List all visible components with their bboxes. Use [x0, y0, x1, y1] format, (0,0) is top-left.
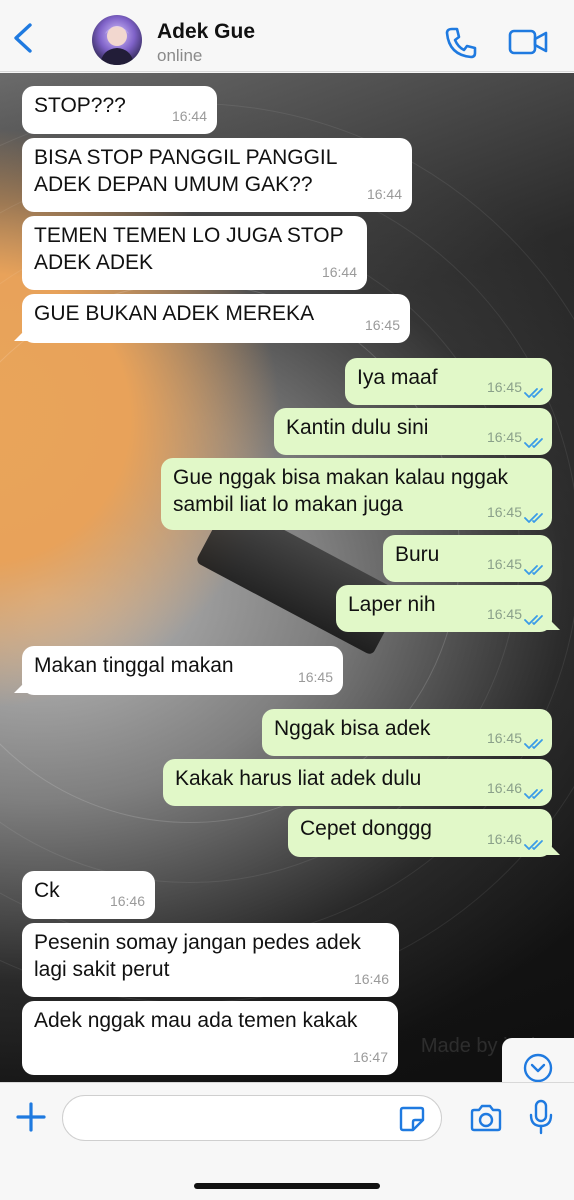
- incoming-message-bubble[interactable]: Ck 16:46: [22, 871, 155, 919]
- contact-status: online: [157, 46, 203, 65]
- video-call-icon[interactable]: [508, 28, 548, 56]
- back-chevron-icon[interactable]: [10, 22, 36, 54]
- message-text: Gue nggak bisa makan kalau nggak sambil …: [173, 466, 509, 516]
- double-check-read-icon: [524, 565, 543, 575]
- camera-icon[interactable]: [469, 1104, 503, 1132]
- double-check-read-icon: [524, 513, 543, 523]
- microphone-icon[interactable]: [528, 1099, 554, 1135]
- message-composer: [0, 1082, 574, 1200]
- message-timestamp: 16:45: [486, 606, 522, 622]
- incoming-message-bubble[interactable]: STOP??? 16:44: [22, 86, 217, 134]
- double-check-read-icon: [524, 388, 543, 398]
- message-timestamp: 16:45: [486, 730, 522, 746]
- sticker-icon[interactable]: [398, 1105, 426, 1133]
- incoming-message-bubble[interactable]: GUE BUKAN ADEK MEREKA 16:45: [22, 294, 410, 343]
- chevron-down-circle-icon: [523, 1053, 553, 1082]
- message-input[interactable]: [62, 1095, 442, 1141]
- incoming-message-bubble[interactable]: TEMEN TEMEN LO JUGA STOP ADEK ADEK 16:44: [22, 216, 367, 290]
- message-timestamp: 16:45: [486, 556, 522, 572]
- chat-header: Adek Gue online: [0, 0, 574, 72]
- message-timestamp: 16:44: [321, 264, 357, 280]
- outgoing-message-bubble[interactable]: Nggak bisa adek 16:45: [262, 709, 552, 756]
- outgoing-message-bubble[interactable]: Laper nih 16:45: [336, 585, 552, 632]
- incoming-message-bubble[interactable]: Pesenin somay jangan pedes adek lagi sak…: [22, 923, 399, 997]
- message-text: BISA STOP PANGGIL PANGGIL ADEK DEPAN UMU…: [34, 146, 338, 196]
- outgoing-message-bubble[interactable]: Buru 16:45: [383, 535, 552, 582]
- message-timestamp: 16:45: [486, 379, 522, 395]
- outgoing-message-bubble[interactable]: Gue nggak bisa makan kalau nggak sambil …: [161, 458, 552, 530]
- outgoing-message-bubble[interactable]: Kakak harus liat adek dulu 16:46: [163, 759, 552, 806]
- home-indicator: [194, 1183, 380, 1189]
- message-text: Makan tinggal makan: [34, 654, 234, 677]
- plus-icon[interactable]: [15, 1101, 47, 1133]
- incoming-message-bubble[interactable]: BISA STOP PANGGIL PANGGIL ADEK DEPAN UMU…: [22, 138, 412, 212]
- double-check-read-icon: [524, 615, 543, 625]
- message-text: TEMEN TEMEN LO JUGA STOP ADEK ADEK: [34, 224, 344, 274]
- message-timestamp: 16:46: [109, 893, 145, 909]
- message-timestamp: 16:44: [171, 108, 207, 124]
- message-timestamp: 16:46: [486, 831, 522, 847]
- chat-area[interactable]: Made by iFake STOP??? 16:44 BISA STOP PANG…: [0, 73, 574, 1082]
- message-text: Adek nggak mau ada temen kakak: [34, 1009, 358, 1032]
- contact-name[interactable]: Adek Gue: [157, 20, 255, 44]
- scroll-to-bottom-button[interactable]: [502, 1038, 574, 1082]
- double-check-read-icon: [524, 739, 543, 749]
- phone-call-icon[interactable]: [444, 26, 478, 60]
- double-check-read-icon: [524, 438, 543, 448]
- message-timestamp: 16:45: [486, 504, 522, 520]
- message-text: GUE BUKAN ADEK MEREKA: [34, 302, 315, 325]
- message-timestamp: 16:45: [364, 317, 400, 333]
- message-text: Pesenin somay jangan pedes adek lagi sak…: [34, 931, 361, 981]
- message-text: Kakak harus liat adek dulu: [175, 767, 422, 790]
- contact-avatar[interactable]: [92, 15, 142, 65]
- double-check-read-icon: [524, 789, 543, 799]
- message-timestamp: 16:46: [486, 780, 522, 796]
- incoming-message-bubble[interactable]: Makan tinggal makan 16:45: [22, 646, 343, 695]
- outgoing-message-bubble[interactable]: Cepet donggg 16:46: [288, 809, 552, 857]
- message-timestamp: 16:44: [366, 186, 402, 202]
- incoming-message-bubble[interactable]: Adek nggak mau ada temen kakak 16:47: [22, 1001, 398, 1075]
- message-timestamp: 16:46: [353, 971, 389, 987]
- message-timestamp: 16:45: [297, 669, 333, 685]
- message-timestamp: 16:45: [486, 429, 522, 445]
- double-check-read-icon: [524, 840, 543, 850]
- outgoing-message-bubble[interactable]: Iya maaf 16:45: [345, 358, 552, 405]
- outgoing-message-bubble[interactable]: Kantin dulu sini 16:45: [274, 408, 552, 455]
- message-timestamp: 16:47: [352, 1049, 388, 1065]
